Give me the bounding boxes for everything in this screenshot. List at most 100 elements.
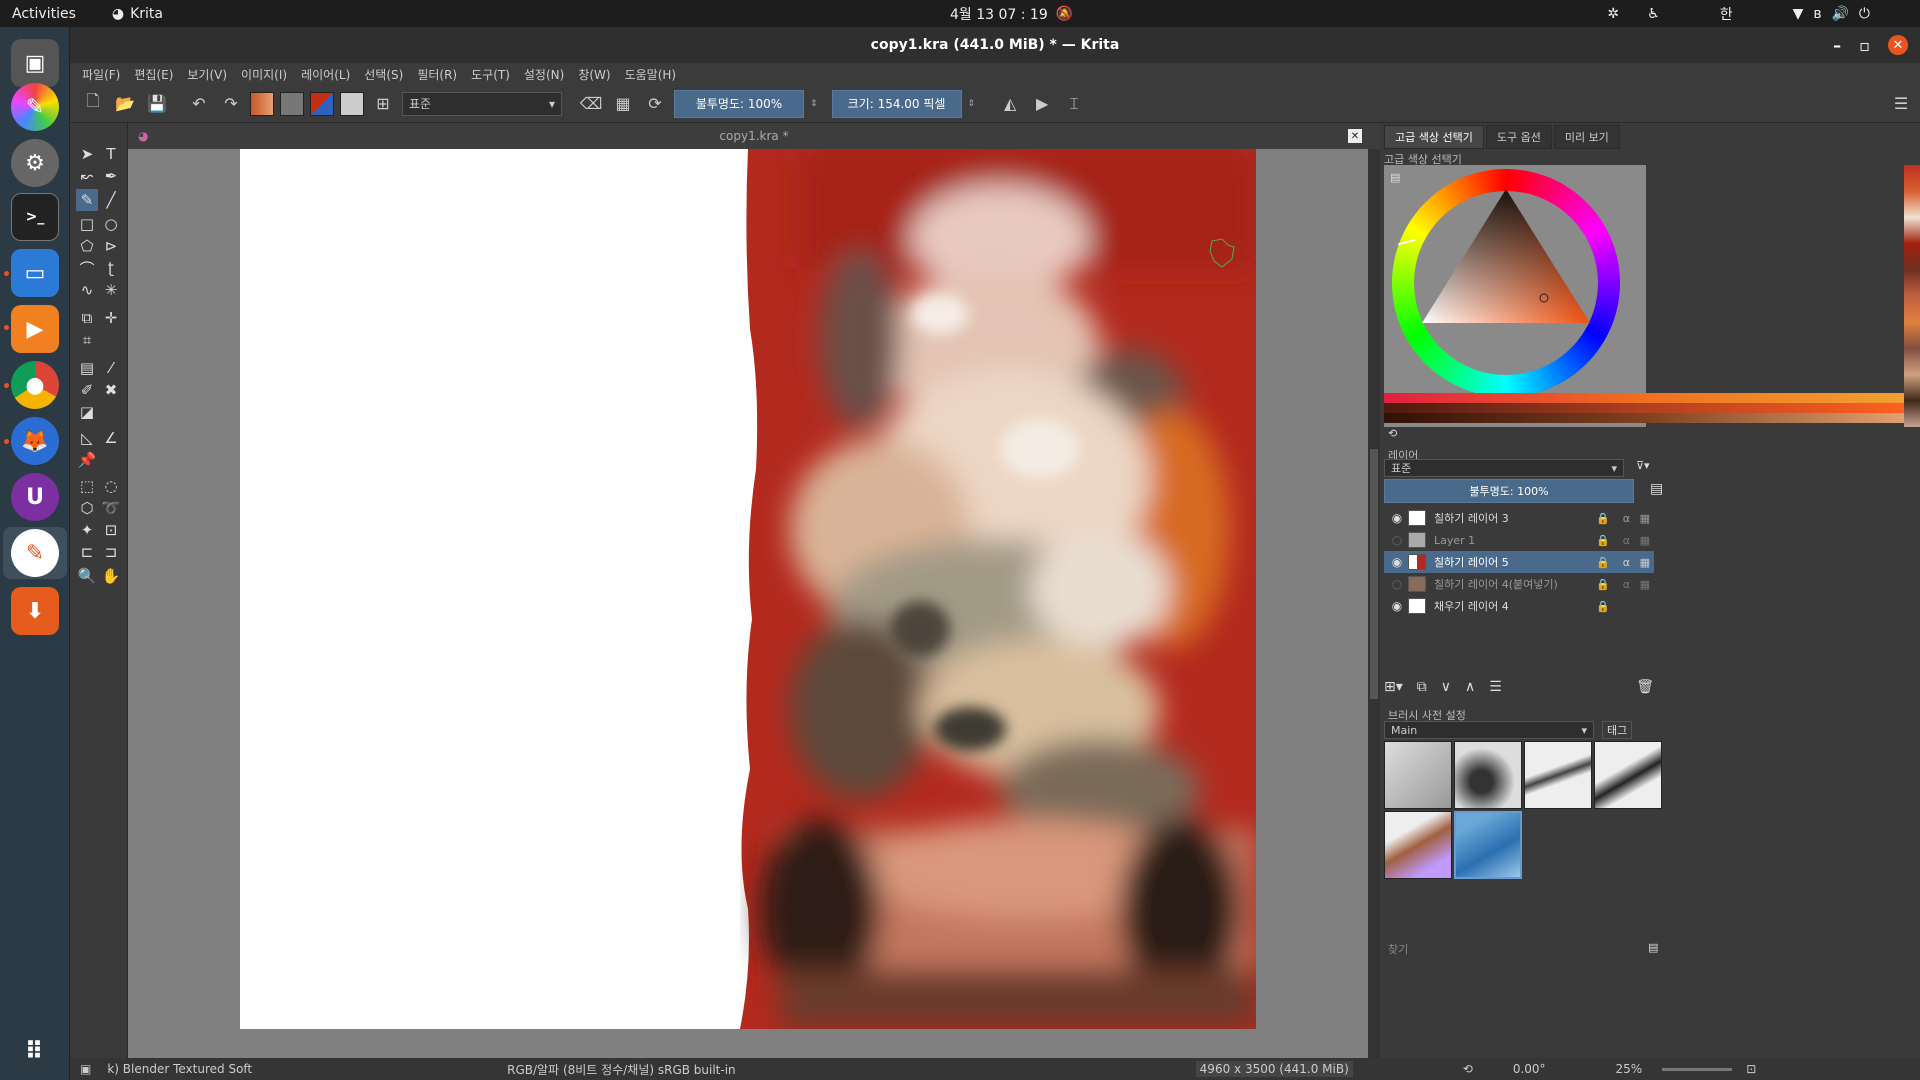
fg-bg-color-swatch[interactable]: [310, 91, 334, 116]
lock-icon[interactable]: 🔒: [1596, 578, 1610, 591]
lock-icon[interactable]: 🔒: [1596, 534, 1610, 547]
brush-preset-pencil[interactable]: [1524, 741, 1592, 809]
freehand-brush-tool-icon[interactable]: ✎: [76, 189, 98, 211]
brush-search-field[interactable]: 찾기: [1384, 941, 1644, 959]
tab-overview[interactable]: 미리 보기: [1553, 125, 1620, 149]
move-layer-up-icon[interactable]: ∧: [1465, 679, 1475, 695]
multibrush-tool-icon[interactable]: ✳: [100, 279, 122, 301]
document-tab[interactable]: ◕ copy1.kra * ✕: [128, 123, 1380, 149]
lock-icon[interactable]: 🔒: [1596, 512, 1610, 525]
size-slider[interactable]: 크기: 154.00 픽셀: [831, 89, 962, 118]
opacity-spin-icon[interactable]: ⇕: [810, 99, 818, 109]
contiguous-select-tool-icon[interactable]: ✦: [76, 519, 98, 541]
brush-docker-menu-icon[interactable]: ▤: [1648, 941, 1658, 954]
color-history-strip[interactable]: [1904, 165, 1920, 427]
krita-icon[interactable]: ✎: [11, 529, 59, 577]
layer-properties-icon[interactable]: ▤: [1650, 481, 1663, 497]
measure-tool-icon[interactable]: ∠: [100, 427, 122, 449]
line-tool-icon[interactable]: ╱: [100, 189, 122, 211]
color-picker-tool-icon[interactable]: ⁄: [100, 357, 122, 379]
size-spin-icon[interactable]: ⇕: [968, 99, 976, 109]
reset-color-icon[interactable]: ⟲: [1388, 427, 1397, 440]
undo-icon[interactable]: ↶: [186, 91, 212, 117]
reference-images-tool-icon[interactable]: 📌: [76, 449, 98, 471]
menu-filter[interactable]: 필터(R): [417, 66, 457, 83]
files-icon[interactable]: ▭: [11, 249, 59, 297]
lock-icon[interactable]: 🔒: [1596, 556, 1610, 569]
volume-icon[interactable]: 🔊: [1831, 6, 1848, 22]
move-layer-down-icon[interactable]: ∨: [1441, 679, 1451, 695]
ulauncher-icon[interactable]: U: [11, 473, 59, 521]
text-tool-icon[interactable]: T: [100, 143, 122, 165]
visibility-eye-icon[interactable]: ○: [1390, 533, 1404, 547]
downloader-icon[interactable]: ⬇: [11, 587, 59, 635]
layer-row[interactable]: ◉ 칠하기 레이어 3 🔒 α ▦: [1384, 507, 1654, 529]
save-document-icon[interactable]: 💾: [144, 91, 170, 117]
brush-tag-select[interactable]: Main ▾: [1384, 721, 1594, 739]
freehand-path-tool-icon[interactable]: ʈ: [100, 257, 122, 279]
color-app-icon[interactable]: ✎: [11, 83, 59, 131]
calligraphy-tool-icon[interactable]: ✒: [100, 165, 122, 187]
lock-icon[interactable]: 🔒: [1596, 600, 1610, 613]
assistant-tool-icon[interactable]: ◺: [76, 427, 98, 449]
toolbar-menu-icon[interactable]: ☰: [1888, 91, 1914, 117]
layer-opacity-slider[interactable]: 불투명도: 100%: [1384, 479, 1634, 503]
alpha-icon[interactable]: α: [1623, 578, 1630, 591]
close-document-icon[interactable]: ✕: [1348, 129, 1362, 143]
bezier-select-tool-icon[interactable]: ⊏: [76, 541, 98, 563]
eraser-mode-icon[interactable]: ⌫: [578, 91, 604, 117]
menu-image[interactable]: 이미지(I): [241, 66, 287, 83]
fit-page-icon[interactable]: ⊡: [1746, 1062, 1756, 1076]
input-method-indicator[interactable]: 한: [1720, 4, 1733, 24]
dynamic-brush-tool-icon[interactable]: ∿: [76, 279, 98, 301]
brush-preset-eraser[interactable]: [1384, 741, 1452, 809]
video-player-icon[interactable]: ▶: [11, 305, 59, 353]
inherit-alpha-icon[interactable]: ▦: [1640, 512, 1650, 525]
menu-window[interactable]: 창(W): [578, 66, 610, 83]
alpha-icon[interactable]: α: [1623, 534, 1630, 547]
tab-color-selector[interactable]: 고급 색상 선택기: [1384, 125, 1484, 149]
fill-tool-icon[interactable]: ◪: [76, 401, 98, 423]
pattern-swatch[interactable]: [280, 91, 304, 116]
pan-tool-icon[interactable]: ✋: [100, 565, 122, 587]
maximize-button[interactable]: ▫: [1859, 36, 1870, 55]
polyline-tool-icon[interactable]: ⊳: [100, 235, 122, 257]
visibility-eye-icon[interactable]: ◉: [1390, 599, 1404, 613]
duplicate-layer-icon[interactable]: ⧉: [1417, 679, 1427, 695]
ellipse-select-tool-icon[interactable]: ◌: [100, 475, 122, 497]
delete-layer-icon[interactable]: 🗑: [1636, 679, 1654, 695]
brush-preset-ink-brush[interactable]: [1594, 741, 1662, 809]
alpha-icon[interactable]: α: [1623, 556, 1630, 569]
redo-icon[interactable]: ↷: [218, 91, 244, 117]
mirror-vertical-icon[interactable]: ▶: [1029, 91, 1055, 117]
new-document-icon[interactable]: 🗋: [80, 91, 106, 117]
firefox-icon[interactable]: 🦊: [11, 417, 59, 465]
mirror-horizontal-icon[interactable]: ◭: [997, 91, 1023, 117]
freehand-select-tool-icon[interactable]: ➰: [100, 497, 122, 519]
layer-row[interactable]: ○ Layer 1 🔒 α ▦: [1384, 529, 1654, 551]
zoom-slider[interactable]: [1662, 1067, 1733, 1071]
vertical-scrollbar[interactable]: [1368, 149, 1380, 1058]
smart-patch-tool-icon[interactable]: ✖: [100, 379, 122, 401]
inherit-alpha-icon[interactable]: ▦: [1640, 556, 1650, 569]
colorize-mask-tool-icon[interactable]: ✐: [76, 379, 98, 401]
similar-select-tool-icon[interactable]: ⊡: [100, 519, 122, 541]
brush-status-icon[interactable]: ▣: [80, 1062, 91, 1076]
menu-select[interactable]: 선택(S): [364, 66, 403, 83]
menu-settings[interactable]: 설정(N): [524, 66, 564, 83]
color-picker-tray-icon[interactable]: ✲: [1607, 6, 1619, 22]
menu-view[interactable]: 보기(V): [187, 66, 227, 83]
crop-tool-icon[interactable]: ⌗: [76, 329, 98, 351]
tag-button[interactable]: 태그: [1602, 721, 1633, 739]
image-size[interactable]: 4960 x 3500 (441.0 MiB): [1195, 1061, 1353, 1077]
clock[interactable]: 4월 13 07 : 19 🔕: [950, 4, 1073, 24]
gradient-tool-icon[interactable]: ▤: [76, 357, 98, 379]
chrome-icon[interactable]: ●: [11, 361, 59, 409]
reload-preset-icon[interactable]: ⟳: [642, 91, 668, 117]
move-tool-icon[interactable]: ✛: [100, 307, 122, 329]
polygon-select-tool-icon[interactable]: ⬡: [76, 497, 98, 519]
inherit-alpha-icon[interactable]: ▦: [1640, 534, 1650, 547]
brush-preset-watercolor[interactable]: [1384, 811, 1452, 879]
menu-file[interactable]: 파일(F): [82, 66, 120, 83]
add-layer-icon[interactable]: ⊞▾: [1384, 679, 1403, 695]
